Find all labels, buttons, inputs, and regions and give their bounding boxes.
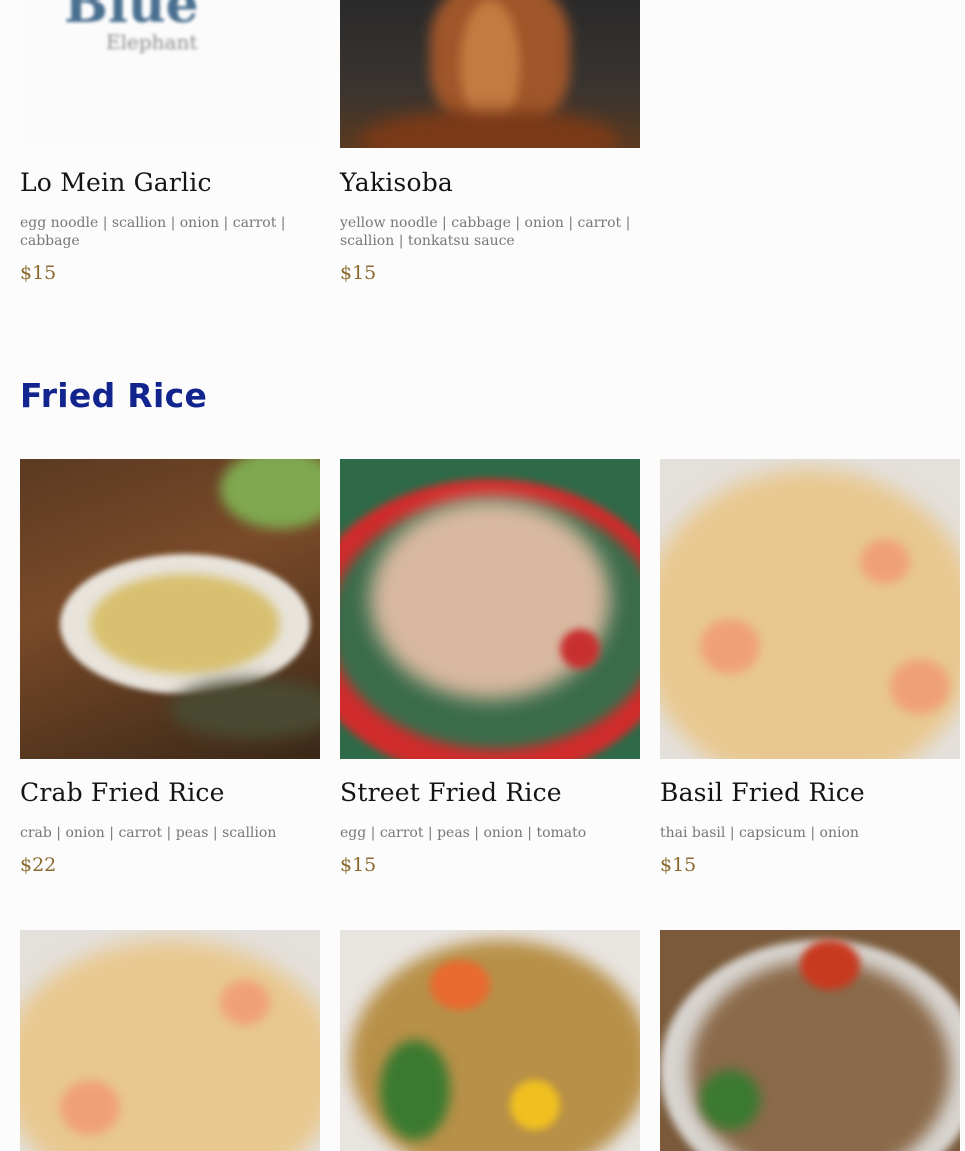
item-name[interactable]: Basil Fried Rice [660,780,960,805]
menu-item-card[interactable]: Crab Fried Rice crab | onion | carrot | … [20,459,320,875]
food-image[interactable] [660,930,960,1151]
item-name[interactable]: Crab Fried Rice [20,780,320,805]
food-image[interactable] [660,459,960,759]
menu-item-card[interactable] [660,930,960,1151]
item-description: egg | carrot | peas | onion | tomato [340,825,587,841]
item-description: yellow noodle | cabbage | onion | carrot… [340,215,631,249]
item-name[interactable]: Lo Mein Garlic [20,170,320,195]
item-name[interactable]: Yakisoba [340,170,640,195]
logo-subtitle: Elephant [106,30,198,54]
logo-image: Blue Elephant [20,0,320,148]
item-price: $15 [20,262,57,284]
item-price: $15 [340,262,377,284]
item-price: $22 [20,854,57,876]
menu-item-card[interactable]: Yakisoba yellow noodle | cabbage | onion… [340,0,640,283]
food-image[interactable] [20,930,320,1151]
menu-item-card[interactable]: Street Fried Rice egg | carrot | peas | … [340,459,640,875]
menu-grid-noodles: Blue Elephant Lo Mein Garlic egg noodle … [20,0,640,283]
item-name[interactable]: Street Fried Rice [340,780,640,805]
menu-grid-fried-rice: Crab Fried Rice crab | onion | carrot | … [20,459,960,875]
menu-grid-fried-rice-more [20,930,960,1151]
food-image[interactable] [340,0,640,148]
menu-item-card[interactable]: Basil Fried Rice thai basil | capsicum |… [660,459,960,875]
section-title-fried-rice: Fried Rice [20,376,208,415]
item-description: crab | onion | carrot | peas | scallion [20,825,277,841]
menu-item-card[interactable] [20,930,320,1151]
item-price: $15 [340,854,377,876]
food-image[interactable] [20,459,320,759]
food-image[interactable] [340,930,640,1151]
item-price: $15 [660,854,697,876]
menu-item-card[interactable]: Blue Elephant Lo Mein Garlic egg noodle … [20,0,320,283]
item-description: thai basil | capsicum | onion [660,825,859,841]
food-image[interactable] [340,459,640,759]
item-description: egg noodle | scallion | onion | carrot |… [20,215,286,249]
menu-item-card[interactable] [340,930,640,1151]
